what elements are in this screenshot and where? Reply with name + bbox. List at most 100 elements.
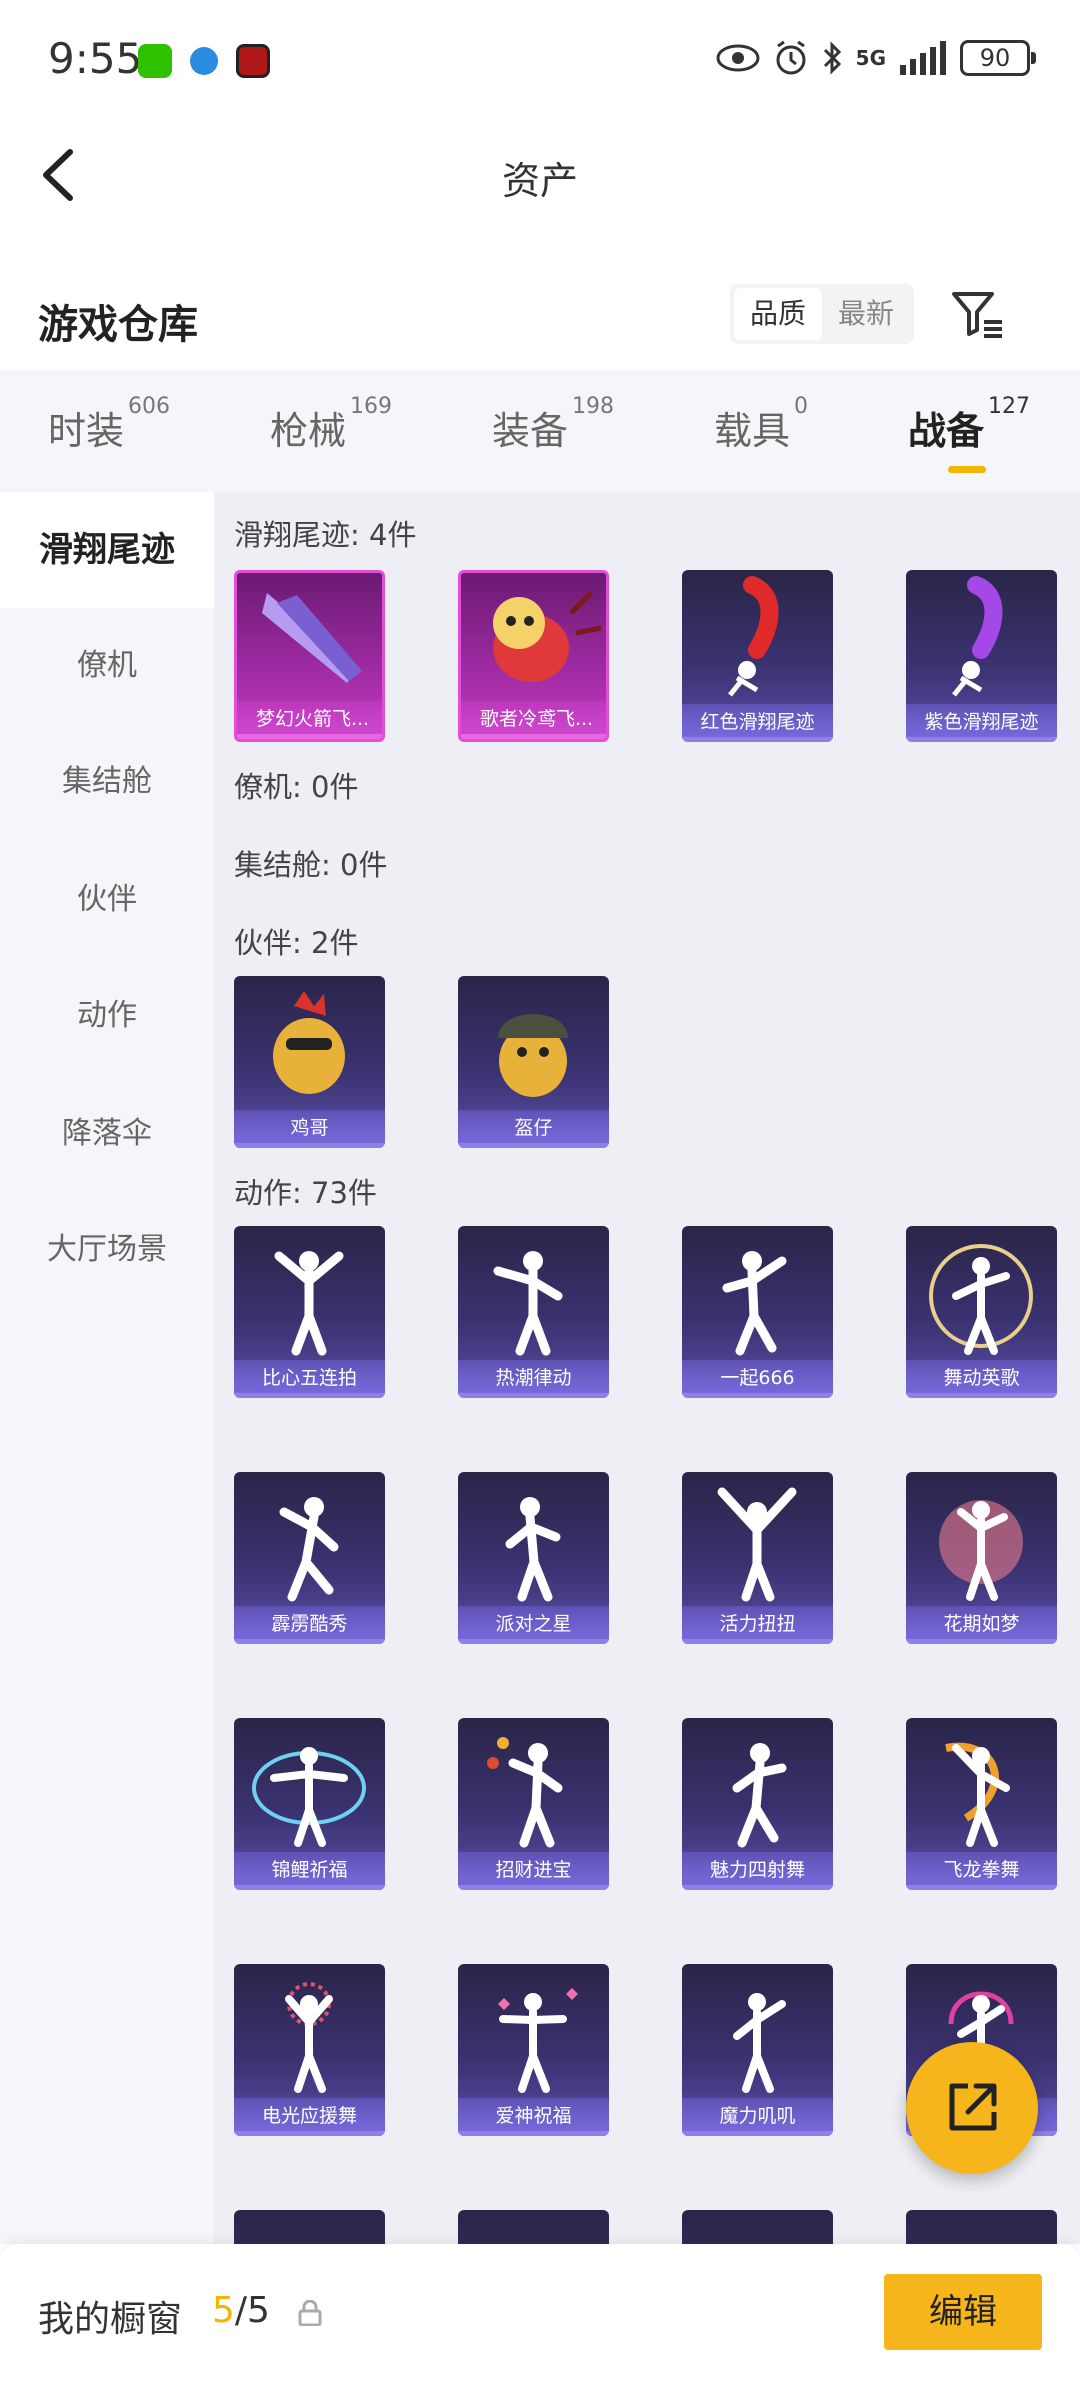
chicken-partner-icon (273, 991, 345, 1094)
item-card[interactable]: 花期如梦 (906, 1472, 1057, 1644)
item-label: 派对之星 (458, 1606, 609, 1644)
alarm-icon (776, 40, 806, 75)
item-card[interactable]: 魅力四射舞 (682, 1718, 833, 1890)
sidebar-item-wingman[interactable]: 僚机 (0, 608, 214, 724)
lock-icon (298, 2300, 322, 2326)
item-label: 花期如梦 (906, 1606, 1057, 1644)
dancer-icon (505, 1497, 561, 1602)
showcase-bar: 我的橱窗 5/5 编辑 (0, 2244, 1080, 2381)
item-card[interactable] (458, 2210, 609, 2244)
item-card[interactable]: 一起666 (682, 1226, 833, 1398)
sidebar-item-glide-trails[interactable]: 滑翔尾迹 (0, 492, 214, 608)
warehouse-header: 游戏仓库 品质 最新 (0, 270, 1080, 370)
filter-icon[interactable] (948, 284, 1008, 344)
sidebar-item-lobby-scene[interactable]: 大厅场景 (0, 1192, 214, 1308)
dancer-icon (285, 1982, 333, 2093)
browser-icon (190, 47, 218, 75)
bluetooth-icon (823, 41, 841, 75)
nav-bar: 资产 (0, 120, 1080, 230)
item-label: 活力扭扭 (682, 1606, 833, 1644)
section-header-glide-trails: 滑翔尾迹: 4件 (234, 518, 417, 552)
item-card[interactable]: 锦鲤祈福 (234, 1718, 385, 1890)
item-card[interactable]: 派对之星 (458, 1472, 609, 1644)
sidebar-item-assembly-pod[interactable]: 集结舱 (0, 724, 214, 840)
tab-combat-prep[interactable]: 战备127 (908, 394, 1030, 473)
item-card[interactable]: 歌者冷鸢飞... (458, 570, 609, 742)
glider-icon (262, 593, 362, 683)
item-label: 红色滑翔尾迹 (682, 704, 833, 742)
helmet-partner-icon (498, 1014, 568, 1097)
dancer-icon (279, 1497, 339, 1602)
item-label: 招财进宝 (458, 1852, 609, 1890)
showcase-count-current: 5 (212, 2290, 235, 2331)
item-label: 梦幻火箭飞... (237, 701, 382, 739)
edit-button[interactable]: 编辑 (884, 2274, 1042, 2350)
sidebar-item-parachute[interactable]: 降落伞 (0, 1076, 214, 1192)
item-card[interactable] (906, 2210, 1057, 2244)
section-header-partners: 伙伴: 2件 (234, 926, 359, 960)
item-label: 锦鲤祈福 (234, 1852, 385, 1890)
item-card[interactable]: 红色滑翔尾迹 (682, 570, 833, 742)
item-grid-area: 滑翔尾迹: 4件 梦幻火箭飞... 歌者冷鸢飞... 红色滑翔尾迹 紫色滑翔尾迹… (214, 492, 1080, 2244)
item-card[interactable]: 紫色滑翔尾迹 (906, 570, 1057, 742)
share-button[interactable] (906, 2042, 1038, 2174)
page-title: 资产 (501, 159, 578, 203)
item-card[interactable]: 活力扭扭 (682, 1472, 833, 1644)
item-card[interactable]: 盔仔 (458, 976, 609, 1148)
tab-vehicles[interactable]: 载具0 (714, 394, 808, 455)
item-card[interactable] (682, 2210, 833, 2244)
purple-trail-icon (952, 576, 1003, 697)
item-card[interactable]: 热潮律动 (458, 1226, 609, 1398)
showcase-title: 我的橱窗 (38, 2299, 183, 2340)
tab-equipment[interactable]: 装备198 (492, 394, 614, 455)
warehouse-title: 游戏仓库 (38, 302, 198, 348)
dancer-icon (722, 1251, 787, 1356)
item-card[interactable]: 梦幻火箭飞... (234, 570, 385, 742)
signal-icon (900, 41, 946, 75)
sidebar-item-partners[interactable]: 伙伴 (0, 842, 214, 958)
dancer-icon (732, 1743, 787, 1848)
sidebar-item-emotes[interactable]: 动作 (0, 958, 214, 1074)
sort-quality-button[interactable]: 品质 (734, 288, 823, 340)
sort-toggle: 品质 最新 (730, 284, 915, 344)
item-card[interactable]: 舞动英歌 (906, 1226, 1057, 1398)
category-tabs: 时装606 枪械169 装备198 载具0 战备127 (0, 370, 1080, 492)
chicken-glider-icon (493, 591, 602, 682)
item-card[interactable]: 飞龙拳舞 (906, 1718, 1057, 1890)
dancer-icon (274, 1251, 344, 1356)
tab-fashion[interactable]: 时装606 (48, 394, 170, 455)
sort-newest-button[interactable]: 最新 (822, 288, 910, 340)
system-status: 5G 90 (716, 40, 1036, 76)
item-card[interactable]: 魔力叽叽 (682, 1964, 833, 2136)
item-card[interactable] (234, 2210, 385, 2244)
red-trail-icon (728, 576, 779, 697)
share-external-icon (949, 2083, 997, 2131)
item-card[interactable]: 爱神祝福 (458, 1964, 609, 2136)
eye-icon (716, 44, 760, 72)
item-label: 霹雳酷秀 (234, 1606, 385, 1644)
item-card[interactable]: 霹雳酷秀 (234, 1472, 385, 1644)
dancer-icon (717, 1487, 797, 1602)
status-bar: 9:55 5G 90 (0, 0, 1080, 120)
wechat-icon (138, 44, 172, 78)
item-label: 紫色滑翔尾迹 (906, 704, 1057, 742)
showcase-count-total: 5 (247, 2290, 270, 2331)
item-label: 魅力四射舞 (682, 1852, 833, 1890)
item-label: 热潮律动 (458, 1360, 609, 1398)
item-label: 爱神祝福 (458, 2098, 609, 2136)
dancer-icon (493, 1251, 563, 1356)
item-label: 盔仔 (458, 1110, 609, 1148)
item-card[interactable]: 电光应援舞 (234, 1964, 385, 2136)
dancer-icon (498, 1988, 578, 2093)
item-label: 鸡哥 (234, 1110, 385, 1148)
item-card[interactable]: 招财进宝 (458, 1718, 609, 1890)
active-tab-indicator (948, 466, 986, 473)
battery-icon: 90 (960, 40, 1036, 76)
game-app-icon (236, 44, 270, 78)
item-label: 比心五连拍 (234, 1360, 385, 1398)
item-card[interactable]: 鸡哥 (234, 976, 385, 1148)
tab-firearms[interactable]: 枪械169 (270, 394, 392, 455)
item-card[interactable]: 比心五连拍 (234, 1226, 385, 1398)
showcase-count-separator: / (234, 2290, 248, 2331)
dancer-icon (945, 1742, 1010, 1847)
